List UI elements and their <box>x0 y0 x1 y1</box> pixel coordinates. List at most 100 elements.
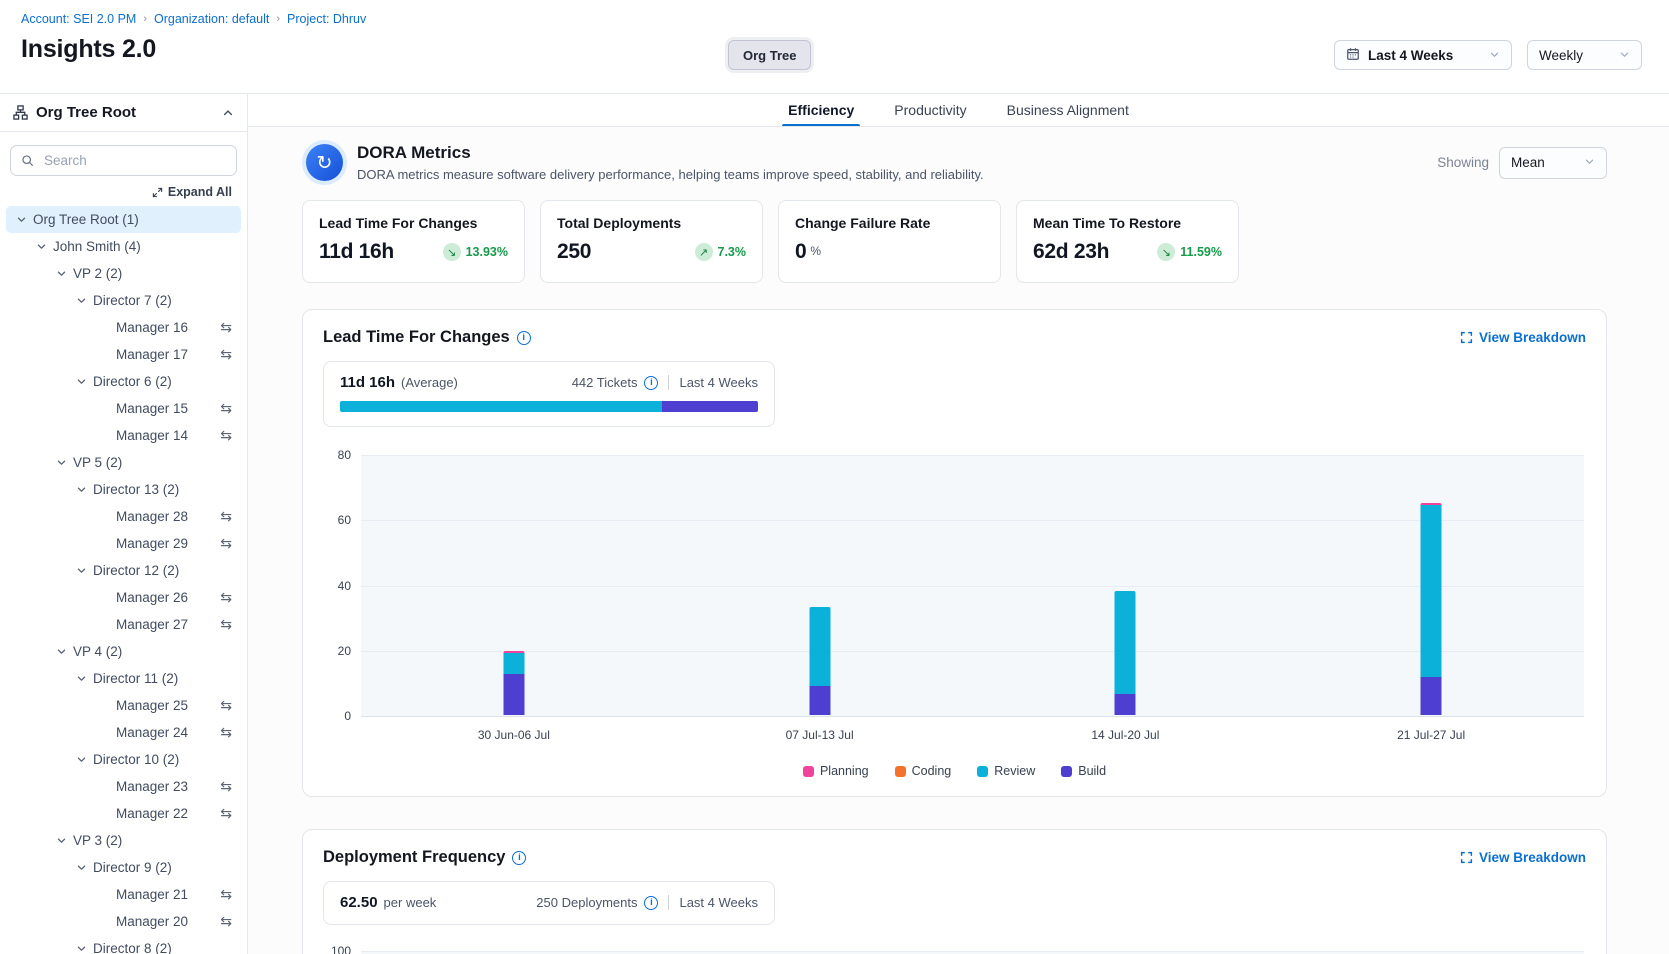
info-icon[interactable] <box>517 331 531 345</box>
tree-row[interactable]: John Smith (4) ⇆ <box>6 233 241 260</box>
date-range-select[interactable]: Last 4 Weeks <box>1334 40 1512 70</box>
legend-item-planning[interactable]: Planning <box>803 764 869 778</box>
tree-row[interactable]: Manager 15 ⇆ <box>6 395 241 422</box>
chevron-down-icon[interactable] <box>76 565 87 576</box>
tree-row[interactable]: Manager 16 ⇆ <box>6 314 241 341</box>
org-tree-button[interactable]: Org Tree <box>728 40 811 70</box>
chevron-down-icon[interactable] <box>76 484 87 495</box>
showing-select[interactable]: Mean <box>1499 147 1607 179</box>
tree-row[interactable]: Manager 28 ⇆ <box>6 503 241 530</box>
tree-row[interactable]: Manager 21 ⇆ <box>6 881 241 908</box>
compare-arrows-icon[interactable]: ⇆ <box>220 591 232 605</box>
tree-row[interactable]: Manager 17 ⇆ <box>6 341 241 368</box>
granularity-select[interactable]: Weekly <box>1527 40 1642 70</box>
tree-item-label: Director 12 (2) <box>93 563 179 578</box>
compare-arrows-icon[interactable]: ⇆ <box>220 888 232 902</box>
legend-item-review[interactable]: Review <box>977 764 1035 778</box>
tree-row[interactable]: VP 5 (2) ⇆ <box>6 449 241 476</box>
legend-item-build[interactable]: Build <box>1061 764 1106 778</box>
y-axis-tick: 60 <box>323 513 351 527</box>
compare-arrows-icon[interactable]: ⇆ <box>220 510 232 524</box>
dora-metric-cards: Lead Time For Changes 11d 16h ↘ 13.93% T… <box>302 200 1607 283</box>
breadcrumb-separator-icon: › <box>276 13 280 25</box>
tree-row[interactable]: VP 4 (2) ⇆ <box>6 638 241 665</box>
breadcrumb-link[interactable]: Account: SEI 2.0 PM <box>21 12 136 26</box>
tree-row[interactable]: Manager 27 ⇆ <box>6 611 241 638</box>
compare-arrows-icon[interactable]: ⇆ <box>220 699 232 713</box>
compare-arrows-icon[interactable]: ⇆ <box>220 915 232 929</box>
chevron-up-icon[interactable] <box>222 107 234 119</box>
chevron-down-icon[interactable] <box>76 376 87 387</box>
compare-arrows-icon[interactable]: ⇆ <box>220 618 232 632</box>
metric-delta: 7.3% <box>718 245 747 259</box>
tree-row[interactable]: VP 2 (2) ⇆ <box>6 260 241 287</box>
chart-plot-area: 30 Jun-06 Jul07 Jul-13 Jul14 Jul-20 Jul2… <box>361 455 1584 716</box>
chevron-down-icon <box>1584 155 1595 170</box>
tree-item-label: Director 9 (2) <box>93 860 172 875</box>
view-breakdown-link[interactable]: View Breakdown <box>1460 850 1586 865</box>
chart-legend: Planning Coding Review Build <box>323 764 1586 778</box>
tab-business-alignment[interactable]: Business Alignment <box>1005 94 1131 126</box>
info-icon[interactable] <box>644 376 658 390</box>
tree-row[interactable]: Director 11 (2) ⇆ <box>6 665 241 692</box>
bar-segment-build <box>1115 694 1136 715</box>
tree-row[interactable]: Manager 20 ⇆ <box>6 908 241 935</box>
stacked-bar-30-jun-06-jul <box>503 651 524 715</box>
compare-arrows-icon[interactable]: ⇆ <box>220 429 232 443</box>
chevron-down-icon[interactable] <box>56 646 67 657</box>
lead-time-chart: 30 Jun-06 Jul07 Jul-13 Jul14 Jul-20 Jul2… <box>323 455 1586 716</box>
compare-arrows-icon[interactable]: ⇆ <box>220 321 232 335</box>
main-content: ↻ DORA Metrics DORA metrics measure soft… <box>248 127 1669 954</box>
chevron-down-icon[interactable] <box>56 835 67 846</box>
tree-row[interactable]: Director 9 (2) ⇆ <box>6 854 241 881</box>
tree-row[interactable]: Director 10 (2) ⇆ <box>6 746 241 773</box>
tree-row[interactable]: Manager 23 ⇆ <box>6 773 241 800</box>
tree-row[interactable]: VP 3 (2) ⇆ <box>6 827 241 854</box>
chevron-down-icon[interactable] <box>76 673 87 684</box>
chevron-down-icon[interactable] <box>76 862 87 873</box>
tree-row[interactable]: Director 6 (2) ⇆ <box>6 368 241 395</box>
org-tree-sidebar: Org Tree Root Expand All Org Tree Root (… <box>0 94 248 954</box>
tab-productivity[interactable]: Productivity <box>892 94 968 126</box>
breadcrumb-link[interactable]: Organization: default <box>154 12 269 26</box>
compare-arrows-icon[interactable]: ⇆ <box>220 726 232 740</box>
chevron-down-icon[interactable] <box>76 295 87 306</box>
tree-row[interactable]: Manager 22 ⇆ <box>6 800 241 827</box>
lead-time-section: Lead Time For Changes View Breakdown 11d… <box>302 309 1607 797</box>
chevron-down-icon[interactable] <box>76 943 87 954</box>
tree-row[interactable]: Director 13 (2) ⇆ <box>6 476 241 503</box>
chevron-down-icon[interactable] <box>76 754 87 765</box>
expand-all-button[interactable]: Expand All <box>0 176 247 203</box>
bar-segment-review <box>809 607 830 685</box>
legend-label: Build <box>1078 764 1106 778</box>
info-icon[interactable] <box>644 896 658 910</box>
tree-row[interactable]: Manager 29 ⇆ <box>6 530 241 557</box>
tree-row[interactable]: Manager 26 ⇆ <box>6 584 241 611</box>
compare-arrows-icon[interactable]: ⇆ <box>220 537 232 551</box>
search-box[interactable] <box>10 145 237 176</box>
calendar-icon <box>1346 47 1360 64</box>
compare-arrows-icon[interactable]: ⇆ <box>220 807 232 821</box>
tree-row[interactable]: Director 12 (2) ⇆ <box>6 557 241 584</box>
tree-row[interactable]: Director 8 (2) ⇆ <box>6 935 241 954</box>
compare-arrows-icon[interactable]: ⇆ <box>220 348 232 362</box>
insights-app: Account: SEI 2.0 PM › Organization: defaul… <box>0 0 1669 954</box>
chevron-down-icon[interactable] <box>56 268 67 279</box>
chevron-down-icon[interactable] <box>16 214 27 225</box>
view-breakdown-link[interactable]: View Breakdown <box>1460 330 1586 345</box>
legend-item-coding[interactable]: Coding <box>895 764 952 778</box>
compare-arrows-icon[interactable]: ⇆ <box>220 780 232 794</box>
tab-efficiency[interactable]: Efficiency <box>786 94 856 126</box>
chevron-down-icon[interactable] <box>36 241 47 252</box>
tree-item-label: Manager 16 <box>116 320 188 335</box>
compare-arrows-icon[interactable]: ⇆ <box>220 402 232 416</box>
tree-row[interactable]: Org Tree Root (1) ⇆ <box>6 206 241 233</box>
breadcrumb-link[interactable]: Project: Dhruv <box>287 12 366 26</box>
tree-row[interactable]: Manager 25 ⇆ <box>6 692 241 719</box>
search-input[interactable] <box>42 152 226 169</box>
tree-row[interactable]: Manager 14 ⇆ <box>6 422 241 449</box>
chevron-down-icon[interactable] <box>56 457 67 468</box>
tree-row[interactable]: Manager 24 ⇆ <box>6 719 241 746</box>
info-icon[interactable] <box>512 851 526 865</box>
tree-row[interactable]: Director 7 (2) ⇆ <box>6 287 241 314</box>
